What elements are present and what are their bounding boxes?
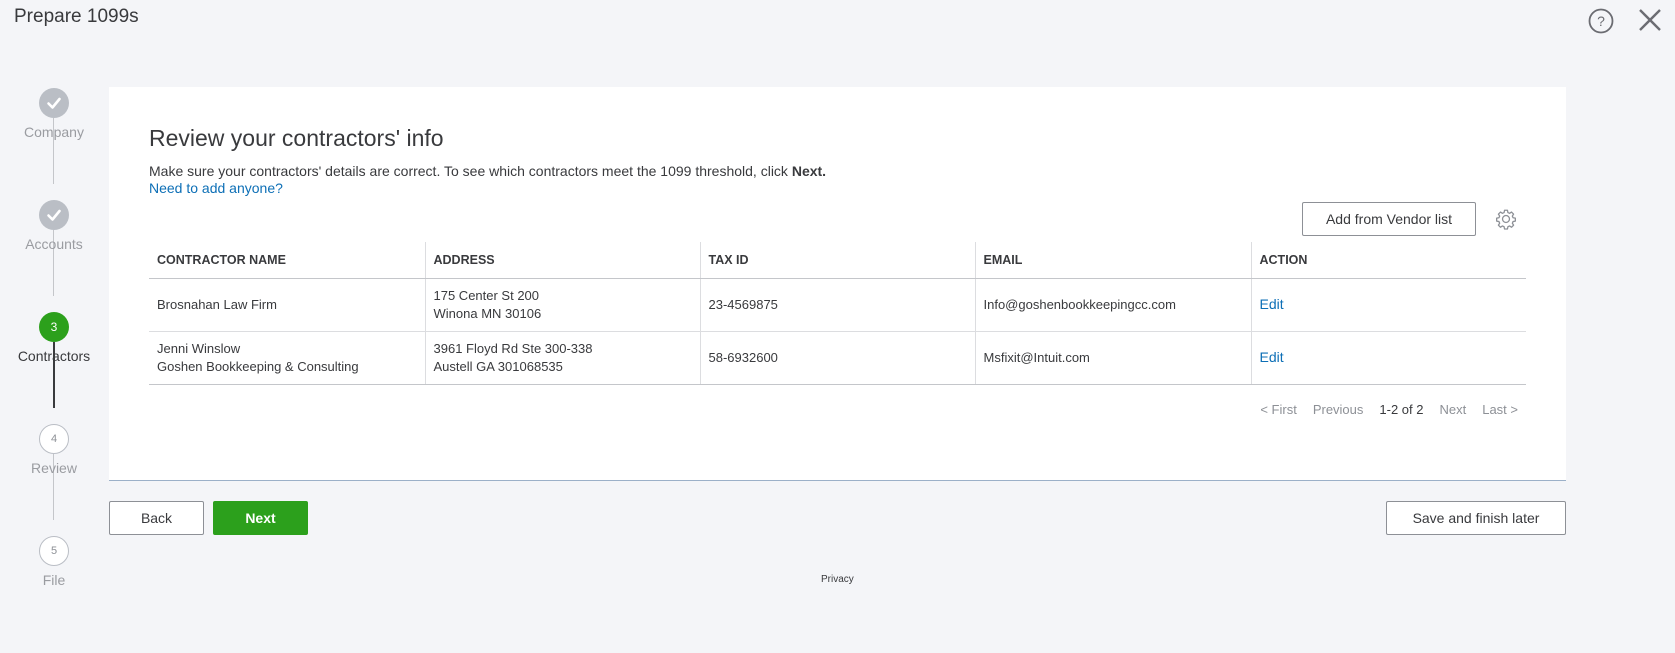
contractor-name-cell: Jenni Winslow Goshen Bookkeeping & Consu… (149, 331, 426, 385)
address-line-1: 175 Center St 200 (433, 287, 540, 303)
column-header-email: EMAIL (975, 242, 1252, 279)
column-header-contractor-name: CONTRACTOR NAME (149, 242, 426, 279)
progress-stepper: Company Accounts 3 Contractors 4 Review … (0, 88, 108, 588)
instructions-next-emphasis: Next. (791, 163, 827, 179)
table-row: Brosnahan Law Firm 175 Center St 200 Win… (149, 278, 1526, 332)
address-cell: 175 Center St 200 Winona MN 30106 (425, 278, 701, 332)
contractor-name-cell: Brosnahan Law Firm (149, 278, 426, 332)
address-line-2: Winona MN 30106 (433, 305, 542, 321)
address-line-1: 3961 Floyd Rd Ste 300-338 (433, 340, 593, 356)
pager-previous[interactable]: Previous (1313, 402, 1364, 417)
contractor-name: Jenni Winslow (157, 340, 241, 356)
contractors-card: Review your contractors' info Make sure … (109, 87, 1566, 481)
contractors-table: CONTRACTOR NAME ADDRESS TAX ID EMAIL ACT… (149, 242, 1526, 385)
step-complete-badge (39, 200, 69, 230)
add-anyone-link[interactable]: Need to add anyone? (149, 180, 283, 196)
svg-text:?: ? (1597, 13, 1605, 29)
action-cell: Edit (1251, 278, 1526, 332)
checkmark-icon (47, 97, 61, 109)
email-cell: Info@goshenbookkeepingcc.com (975, 278, 1252, 332)
next-button[interactable]: Next (213, 501, 308, 535)
step-complete-badge (39, 88, 69, 118)
edit-link[interactable]: Edit (1260, 349, 1284, 365)
page-title: Prepare 1099s (14, 6, 139, 27)
contractor-company: Goshen Bookkeeping & Consulting (157, 358, 359, 374)
action-cell: Edit (1251, 331, 1526, 385)
step-number: 5 (39, 536, 69, 566)
tax-id-cell: 23-4569875 (700, 278, 976, 332)
tax-id-cell: 58-6932600 (700, 331, 976, 385)
pager-first[interactable]: < First (1260, 402, 1296, 417)
close-icon[interactable] (1636, 6, 1664, 34)
step-number: 3 (39, 312, 69, 342)
instructions-prefix: Make sure your contractors' details are … (149, 163, 792, 179)
gear-icon[interactable] (1495, 208, 1517, 230)
table-header-row: CONTRACTOR NAME ADDRESS TAX ID EMAIL ACT… (149, 242, 1526, 279)
table-row: Jenni Winslow Goshen Bookkeeping & Consu… (149, 331, 1526, 385)
step-label: File (42, 572, 66, 588)
instructions-text: Make sure your contractors' details are … (149, 163, 826, 179)
help-icon[interactable]: ? (1588, 8, 1614, 34)
address-cell: 3961 Floyd Rd Ste 300-338 Austell GA 301… (425, 331, 701, 385)
add-from-vendor-list-button[interactable]: Add from Vendor list (1302, 202, 1476, 236)
step-label: Contractors (17, 348, 91, 364)
column-header-tax-id: TAX ID (700, 242, 976, 279)
email-cell: Msfixit@Intuit.com (975, 331, 1252, 385)
step-label: Company (24, 124, 84, 140)
save-and-finish-later-button[interactable]: Save and finish later (1386, 501, 1566, 535)
column-header-action: ACTION (1251, 242, 1526, 279)
step-label: Review (31, 460, 77, 476)
pager-next[interactable]: Next (1439, 402, 1466, 417)
pager-range: 1-2 of 2 (1379, 402, 1424, 417)
step-label: Accounts (25, 236, 83, 252)
address-line-2: Austell GA 301068535 (433, 358, 563, 374)
back-button[interactable]: Back (109, 501, 204, 535)
privacy-link[interactable]: Privacy (821, 574, 854, 585)
pager-last[interactable]: Last > (1482, 402, 1518, 417)
pagination: < First Previous 1-2 of 2 Next Last > (1260, 402, 1518, 417)
checkmark-icon (47, 209, 61, 221)
contractor-name: Brosnahan Law Firm (157, 296, 277, 312)
edit-link[interactable]: Edit (1260, 296, 1284, 312)
section-heading: Review your contractors' info (149, 125, 444, 151)
column-header-address: ADDRESS (425, 242, 701, 279)
step-number: 4 (39, 424, 69, 454)
